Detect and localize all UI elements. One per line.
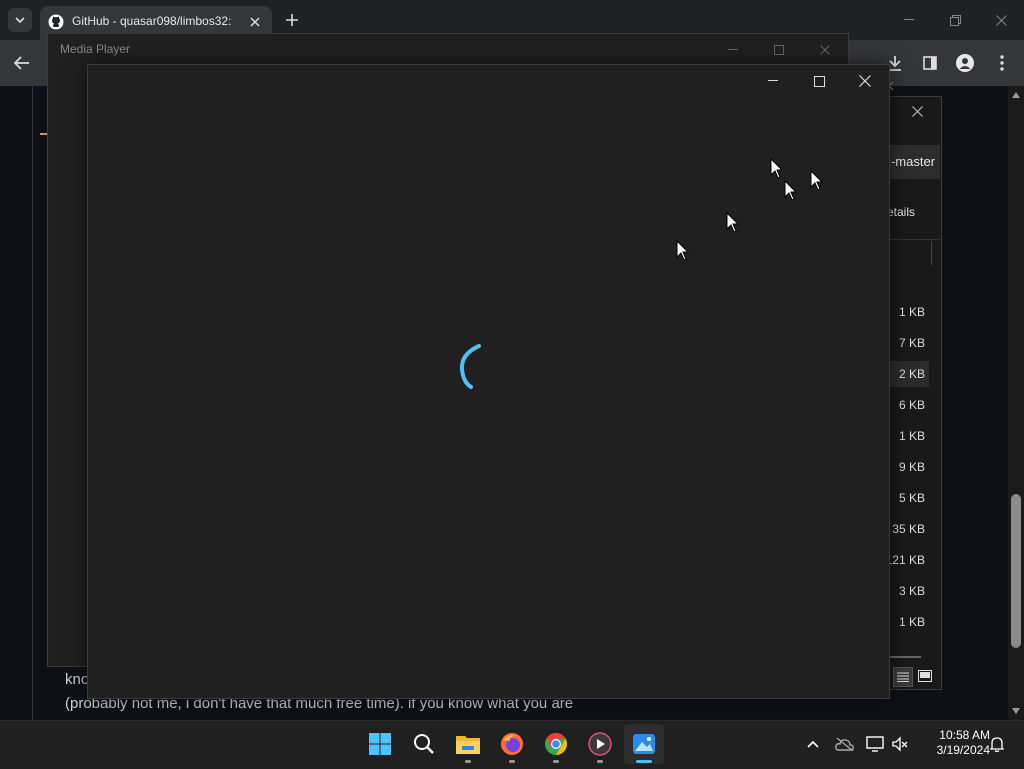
list-view-icon — [897, 672, 909, 682]
folder-icon — [456, 736, 480, 754]
page-left-border — [32, 86, 33, 720]
minimize-icon — [904, 19, 914, 20]
taskbar-photos-button[interactable] — [624, 724, 664, 764]
network-icon — [866, 736, 884, 752]
page-scrollbar-thumb[interactable] — [1011, 494, 1021, 648]
more-vertical-icon — [1000, 55, 1004, 71]
close-icon — [859, 75, 871, 87]
volume-muted-icon — [892, 736, 908, 752]
clock-time: 10:58 AM — [939, 728, 990, 742]
file-size: 7 KB — [898, 336, 925, 350]
mouse-cursor-icon — [784, 180, 798, 201]
close-icon — [911, 105, 923, 117]
close-icon — [995, 14, 1007, 26]
file-size: 9 KB — [898, 460, 925, 474]
file-size: 5 KB — [898, 491, 925, 505]
mouse-cursor-icon — [810, 170, 824, 191]
running-indicator — [553, 760, 559, 763]
media-player-back-minimize-button[interactable] — [710, 34, 756, 66]
bell-icon — [990, 737, 1004, 752]
file-size: 1 KB — [898, 615, 925, 629]
chevron-down-icon — [15, 17, 25, 24]
mouse-cursor-icon — [770, 158, 784, 179]
file-size: 121 KB — [885, 553, 925, 567]
explorer-status-divider — [889, 656, 921, 658]
explorer-details-button[interactable]: etails — [887, 205, 915, 219]
browser-restore-button[interactable] — [932, 4, 978, 36]
file-size: 2 KB — [898, 367, 925, 381]
file-size: 3 KB — [898, 584, 925, 598]
windows-logo-icon — [369, 733, 391, 755]
taskbar-search-button[interactable] — [404, 724, 444, 764]
media-player-title: Media Player — [60, 42, 131, 56]
scroll-down-icon[interactable] — [1012, 708, 1020, 714]
running-indicator — [509, 760, 515, 763]
file-size: 6 KB — [898, 398, 925, 412]
mouse-cursor-icon — [676, 240, 690, 261]
scroll-up-icon[interactable] — [1012, 92, 1020, 98]
explorer-close-button[interactable] — [907, 101, 927, 121]
photos-icon — [633, 734, 655, 754]
clock-date: 3/19/2024 — [936, 743, 990, 757]
tab-title: GitHub - quasar098/limbos32: — [72, 14, 232, 28]
taskbar-chrome-button[interactable] — [536, 724, 576, 764]
explorer-column-divider — [931, 241, 932, 265]
maximize-icon — [813, 75, 825, 87]
side-panel-icon — [923, 56, 937, 70]
profile-icon — [956, 54, 974, 72]
taskbar-firefox-button[interactable] — [492, 724, 532, 764]
media-player-back-close-button[interactable] — [802, 34, 848, 66]
browser-menu-button[interactable] — [990, 50, 1014, 76]
download-icon — [889, 56, 901, 71]
minimize-icon — [728, 49, 738, 50]
github-icon — [48, 14, 64, 30]
maximize-icon — [774, 45, 784, 55]
cloud-off-icon — [835, 737, 854, 751]
taskbar-media-player-button[interactable] — [580, 724, 620, 764]
minimize-icon — [768, 80, 778, 81]
file-size: 1 KB — [898, 429, 925, 443]
search-icon — [414, 734, 434, 754]
restore-icon — [949, 14, 961, 26]
readme-text-line-1: kno — [65, 671, 90, 688]
onedrive-tray-button[interactable] — [834, 734, 856, 754]
media-player-back-maximize-button[interactable] — [756, 34, 802, 66]
loading-spinner-icon — [459, 344, 481, 389]
media-player-minimize-button[interactable] — [750, 65, 796, 97]
running-indicator — [597, 760, 603, 763]
tiles-view-icon — [918, 670, 932, 682]
media-player-close-button[interactable] — [842, 65, 888, 97]
active-indicator — [636, 760, 652, 763]
taskbar-file-explorer-button[interactable] — [448, 724, 488, 764]
browser-minimize-button[interactable] — [886, 4, 932, 36]
arrow-left-icon — [14, 56, 29, 70]
mouse-cursor-icon — [726, 212, 740, 233]
file-size: 1 KB — [898, 305, 925, 319]
show-hidden-icons-button[interactable] — [804, 734, 822, 754]
plus-icon — [286, 14, 298, 26]
profile-button[interactable] — [952, 50, 978, 76]
details-view-button[interactable] — [893, 667, 913, 687]
close-icon — [820, 45, 830, 55]
running-indicator — [465, 760, 471, 763]
tab-close-button[interactable] — [246, 13, 264, 31]
browser-close-button[interactable] — [978, 4, 1024, 36]
media-player-maximize-button[interactable] — [796, 65, 842, 97]
tiles-view-button[interactable] — [916, 667, 934, 685]
tab-search-button[interactable] — [8, 8, 32, 32]
start-button[interactable] — [360, 724, 400, 764]
file-size: 35 KB — [892, 522, 925, 536]
close-icon — [250, 17, 260, 27]
firefox-icon — [501, 733, 523, 755]
back-button[interactable] — [8, 50, 36, 76]
explorer-folder-label: -master — [890, 154, 935, 169]
media-player-icon — [588, 732, 612, 756]
chrome-icon — [545, 733, 567, 755]
network-volume-tray-button[interactable] — [866, 734, 914, 754]
new-tab-button[interactable] — [280, 8, 304, 32]
notifications-button[interactable] — [986, 734, 1008, 754]
side-panel-button[interactable] — [917, 50, 943, 76]
taskbar-clock[interactable]: 10:58 AM 3/19/2024 — [918, 728, 990, 762]
chevron-up-icon — [807, 740, 819, 748]
